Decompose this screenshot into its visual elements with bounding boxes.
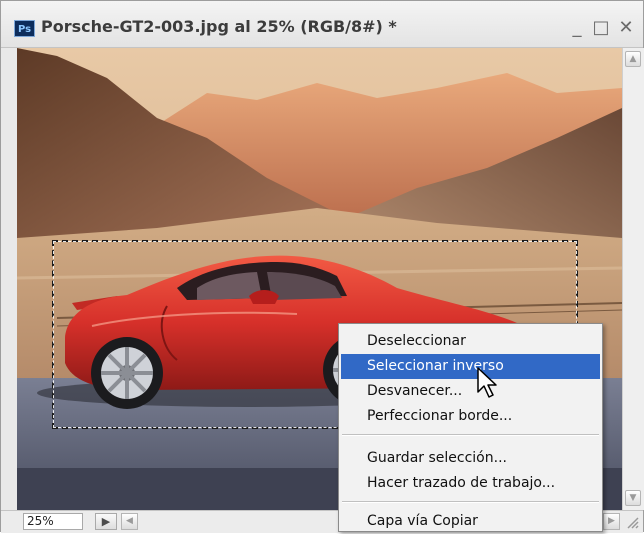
menu-item-seleccionar-inverso[interactable]: Seleccionar inverso [341, 354, 600, 379]
zoom-level-field[interactable]: 25% [23, 513, 83, 530]
context-menu: Deseleccionar Seleccionar inverso Desvan… [338, 323, 603, 532]
menu-item-guardar-seleccion[interactable]: Guardar selección... [341, 446, 600, 471]
menu-item-hacer-trazado[interactable]: Hacer trazado de trabajo... [341, 471, 600, 496]
window-title: Porsche-GT2-003.jpg al 25% (RGB/8#) * [41, 17, 397, 36]
photoshop-icon: Ps [14, 20, 35, 37]
title-bar[interactable]: Ps Porsche-GT2-003.jpg al 25% (RGB/8#) *… [1, 1, 643, 48]
scroll-down-icon[interactable]: ▼ [625, 490, 641, 506]
menu-item-perfeccionar-borde[interactable]: Perfeccionar borde... [341, 404, 600, 429]
menu-separator [342, 434, 599, 436]
minimize-button[interactable]: _ [567, 18, 587, 38]
vertical-scrollbar[interactable]: ▲ ▼ [622, 48, 644, 510]
menu-separator [342, 501, 599, 503]
arrow-cursor-icon [477, 367, 497, 398]
maximize-button[interactable]: □ [591, 18, 611, 38]
menu-item-deseleccionar[interactable]: Deseleccionar [341, 329, 600, 354]
menu-item-capa-via-copiar[interactable]: Capa vía Copiar [341, 509, 600, 534]
page-arrow-icon[interactable]: ▶ [95, 513, 117, 530]
menu-item-desvanecer[interactable]: Desvanecer... [341, 379, 600, 404]
scroll-right-icon[interactable]: ▶ [603, 513, 620, 530]
resize-grip-icon[interactable] [624, 514, 640, 530]
scroll-left-icon[interactable]: ◀ [121, 513, 138, 530]
close-button[interactable]: ✕ [616, 18, 636, 38]
scroll-up-icon[interactable]: ▲ [625, 51, 641, 67]
